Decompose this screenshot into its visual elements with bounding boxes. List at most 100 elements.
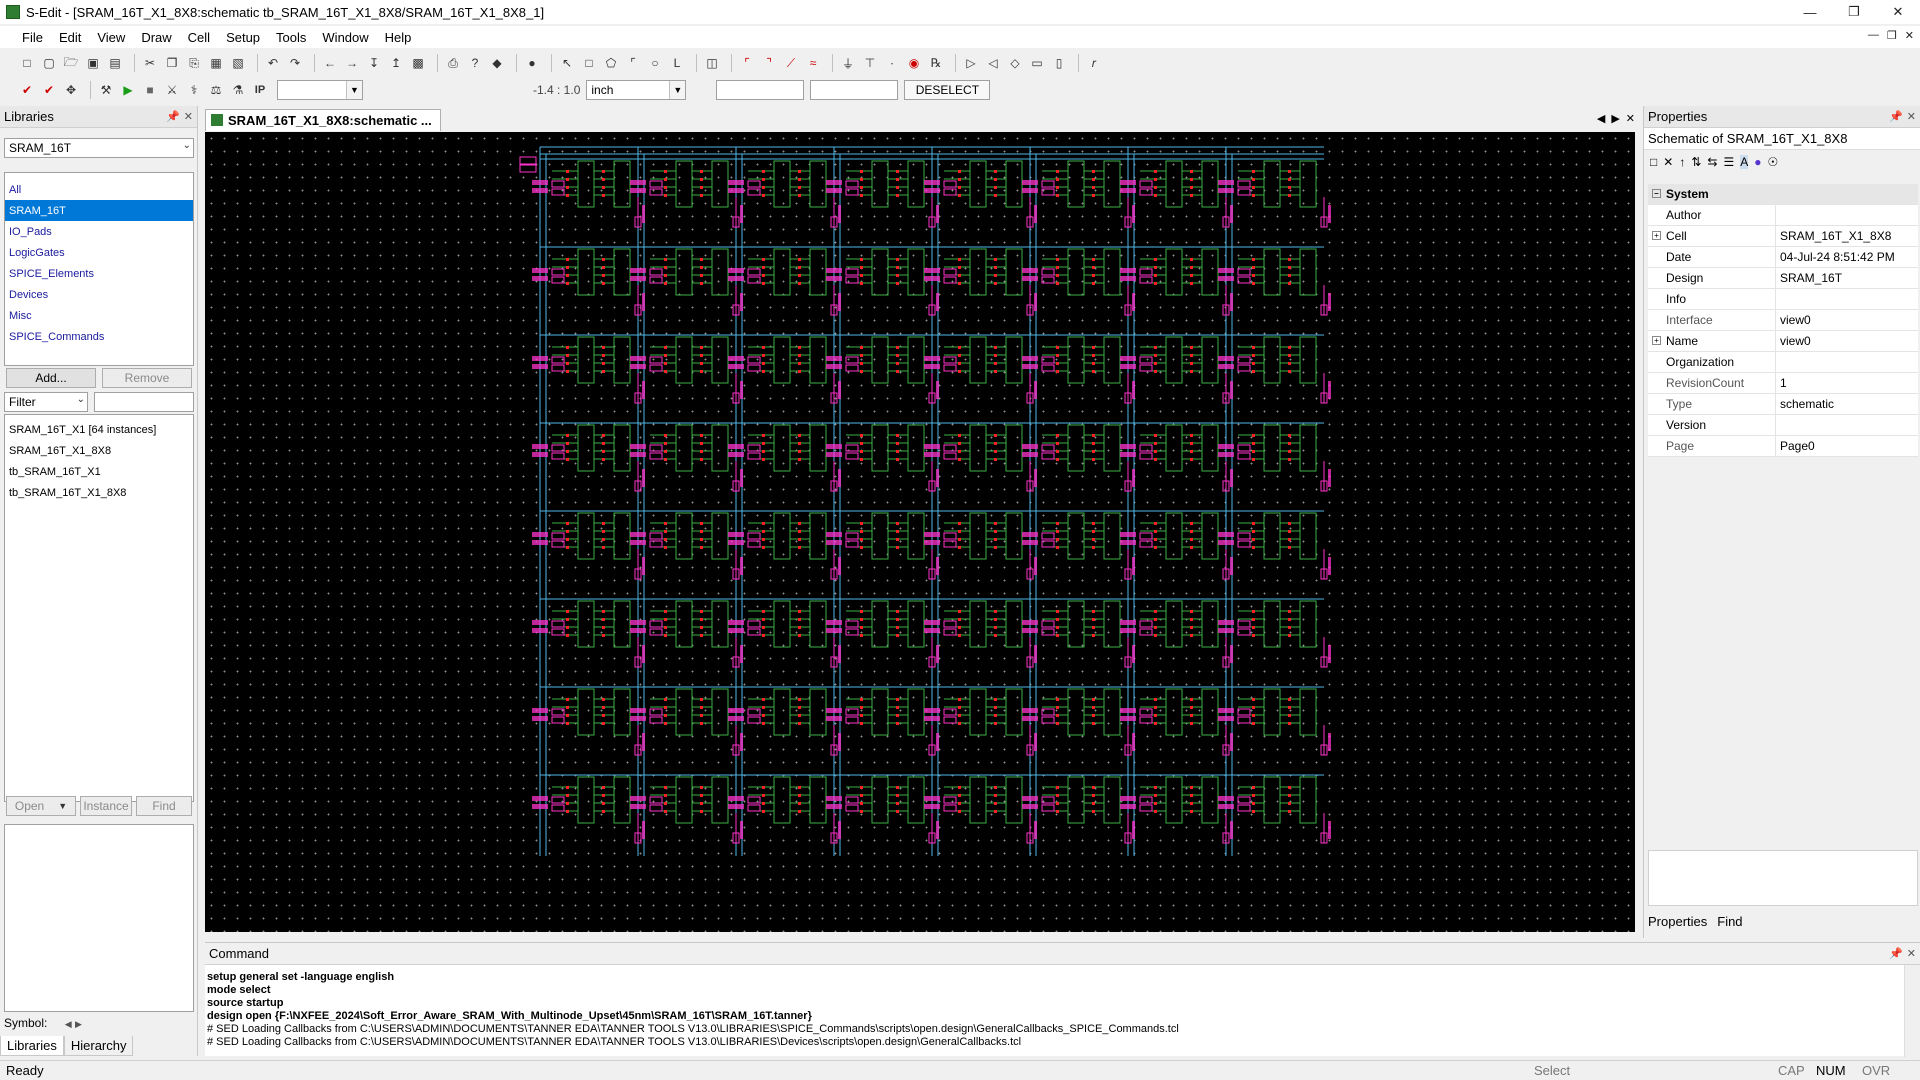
library-select[interactable]: SRAM_16T ⌄ bbox=[4, 138, 194, 158]
help-icon[interactable]: ? bbox=[466, 54, 484, 72]
move-up-icon[interactable]: ↑ bbox=[1679, 155, 1685, 169]
doc-close-icon[interactable]: ✕ bbox=[1905, 29, 1914, 42]
probe-current-icon[interactable]: ⚕ bbox=[185, 81, 203, 99]
library-item-logicgates[interactable]: LogicGates bbox=[5, 242, 193, 263]
tab-properties[interactable]: Properties bbox=[1648, 914, 1707, 929]
library-item-sram16t[interactable]: SRAM_16T bbox=[5, 200, 193, 221]
print-icon[interactable]: ⎙ bbox=[444, 54, 462, 72]
document-tab[interactable]: SRAM_16T_X1_8X8:schematic ... bbox=[205, 109, 441, 131]
library-item-iopads[interactable]: IO_Pads bbox=[5, 221, 193, 242]
find-button[interactable]: Find bbox=[136, 796, 192, 816]
probe-icon[interactable]: ◉ bbox=[905, 54, 923, 72]
library-icon[interactable]: ◆ bbox=[488, 54, 506, 72]
sort-alt-icon[interactable]: ⇆ bbox=[1707, 155, 1717, 169]
duplicate-icon[interactable]: ▦ bbox=[207, 54, 225, 72]
property-row[interactable]: Organization bbox=[1648, 352, 1918, 373]
tab-find[interactable]: Find bbox=[1717, 914, 1742, 929]
undo-icon[interactable]: ↶ bbox=[264, 54, 282, 72]
text-tool-icon[interactable]: 𝑟 bbox=[1085, 54, 1103, 72]
new-cell-icon[interactable]: ▢ bbox=[40, 54, 58, 72]
panel-close-icon[interactable]: ✕ bbox=[184, 110, 193, 123]
property-row[interactable]: Info bbox=[1648, 289, 1918, 310]
delete-property-icon[interactable]: ✕ bbox=[1663, 155, 1673, 169]
unit-select[interactable]: inch ▼ bbox=[586, 80, 687, 100]
prop-close-icon[interactable]: ✕ bbox=[1907, 110, 1916, 123]
polygon-icon[interactable]: ⬠ bbox=[602, 54, 620, 72]
stop-sim-icon[interactable]: ■ bbox=[141, 81, 159, 99]
tab-next-icon[interactable]: ▶ bbox=[1611, 112, 1619, 125]
symbol-next-icon[interactable]: ▶ bbox=[75, 1019, 82, 1029]
schematic-canvas[interactable] bbox=[205, 132, 1635, 932]
tab-libraries[interactable]: Libraries bbox=[0, 1036, 64, 1056]
wire-diagonal-icon[interactable]: ⟋ bbox=[782, 54, 800, 72]
find-field-2[interactable] bbox=[810, 80, 899, 100]
library-item-devices[interactable]: Devices bbox=[5, 284, 193, 305]
add-library-button[interactable]: Add... bbox=[6, 368, 96, 388]
wire-icon[interactable]: ⌜ bbox=[738, 54, 756, 72]
view-options-icon[interactable]: ▩ bbox=[409, 54, 427, 72]
property-row[interactable]: Interface view0 bbox=[1648, 310, 1918, 331]
path-icon[interactable]: ⌜ bbox=[624, 54, 642, 72]
probe-voltage-icon[interactable]: ⚔ bbox=[163, 81, 181, 99]
property-row[interactable]: Version bbox=[1648, 415, 1918, 436]
port-global-icon[interactable]: ▯ bbox=[1050, 54, 1068, 72]
arrange-icon[interactable]: ◫ bbox=[703, 54, 721, 72]
property-row[interactable]: + Cell SRAM_16T_X1_8X8 bbox=[1648, 226, 1918, 247]
doc-restore-icon[interactable]: ❐ bbox=[1887, 29, 1897, 42]
library-item-misc[interactable]: Misc bbox=[5, 305, 193, 326]
copy-icon[interactable]: ❐ bbox=[163, 54, 181, 72]
sort-icon[interactable]: ⇅ bbox=[1691, 155, 1701, 169]
cell-item[interactable]: SRAM_16T_X1_8X8 bbox=[5, 440, 193, 461]
save-icon[interactable]: ▣ bbox=[84, 54, 102, 72]
menu-cell[interactable]: Cell bbox=[180, 30, 218, 45]
tab-prev-icon[interactable]: ◀ bbox=[1597, 112, 1605, 125]
cut-icon[interactable]: ✂ bbox=[141, 54, 159, 72]
properties-icon[interactable]: ▧ bbox=[229, 54, 247, 72]
push-into-icon[interactable]: ↧ bbox=[365, 54, 383, 72]
select-arrow-icon[interactable]: ↖ bbox=[558, 54, 576, 72]
port-bidir-icon[interactable]: ◇ bbox=[1006, 54, 1024, 72]
probe-power-icon[interactable]: ⚖ bbox=[207, 81, 225, 99]
back-icon[interactable]: ← bbox=[321, 54, 339, 72]
menu-window[interactable]: Window bbox=[314, 30, 376, 45]
open-folder-icon[interactable]: 🗁 bbox=[62, 54, 80, 72]
property-row[interactable]: Type schematic bbox=[1648, 394, 1918, 415]
property-row[interactable]: Page Page0 bbox=[1648, 436, 1918, 457]
power-icon[interactable]: ⊤ bbox=[861, 54, 879, 72]
ground-icon[interactable]: ⏚ bbox=[839, 54, 857, 72]
restore-button[interactable]: ❐ bbox=[1832, 0, 1876, 24]
menu-setup[interactable]: Setup bbox=[218, 30, 268, 45]
alphabetical-icon[interactable]: A bbox=[1740, 155, 1749, 169]
property-row[interactable]: + Name view0 bbox=[1648, 331, 1918, 352]
box-icon[interactable]: □ bbox=[580, 54, 598, 72]
line-icon[interactable]: L bbox=[668, 54, 686, 72]
paste-icon[interactable]: ⎘ bbox=[185, 54, 203, 72]
port-other-icon[interactable]: ▭ bbox=[1028, 54, 1046, 72]
tab-close-icon[interactable]: ✕ bbox=[1626, 112, 1635, 125]
prop-pin-icon[interactable]: 📌 bbox=[1889, 110, 1903, 123]
library-item-spice-commands[interactable]: SPICE_Commands bbox=[5, 326, 193, 347]
symbol-prev-icon[interactable]: ◀ bbox=[65, 1019, 72, 1029]
find-field-1[interactable] bbox=[716, 80, 805, 100]
port-out-icon[interactable]: ◁ bbox=[984, 54, 1002, 72]
menu-draw[interactable]: Draw bbox=[133, 30, 179, 45]
menu-view[interactable]: View bbox=[89, 30, 133, 45]
setup-sim-icon[interactable]: ⚒ bbox=[97, 81, 115, 99]
categorized-icon[interactable]: ☰ bbox=[1723, 155, 1734, 169]
library-item-all[interactable]: All bbox=[5, 179, 193, 200]
property-row[interactable]: Date 04-Jul-24 8:51:42 PM bbox=[1648, 247, 1918, 268]
redo-icon[interactable]: ↷ bbox=[286, 54, 304, 72]
tab-hierarchy[interactable]: Hierarchy bbox=[63, 1036, 134, 1056]
color-icon[interactable]: ● bbox=[523, 54, 541, 72]
menu-edit[interactable]: Edit bbox=[51, 30, 89, 45]
wire-angle-icon[interactable]: ⌝ bbox=[760, 54, 778, 72]
check-all-icon[interactable]: ✔ bbox=[40, 81, 58, 99]
cmd-close-icon[interactable]: ✕ bbox=[1907, 947, 1916, 960]
save-all-icon[interactable]: ▤ bbox=[106, 54, 124, 72]
netlist-icon[interactable]: ℞ bbox=[927, 54, 945, 72]
command-scrollbar[interactable] bbox=[1904, 965, 1920, 1057]
check-icon[interactable]: ✔ bbox=[18, 81, 36, 99]
pin-icon[interactable]: 📌 bbox=[166, 110, 180, 123]
library-item-spice-elements[interactable]: SPICE_Elements bbox=[5, 263, 193, 284]
color-dot-icon[interactable]: ● bbox=[1754, 155, 1761, 169]
